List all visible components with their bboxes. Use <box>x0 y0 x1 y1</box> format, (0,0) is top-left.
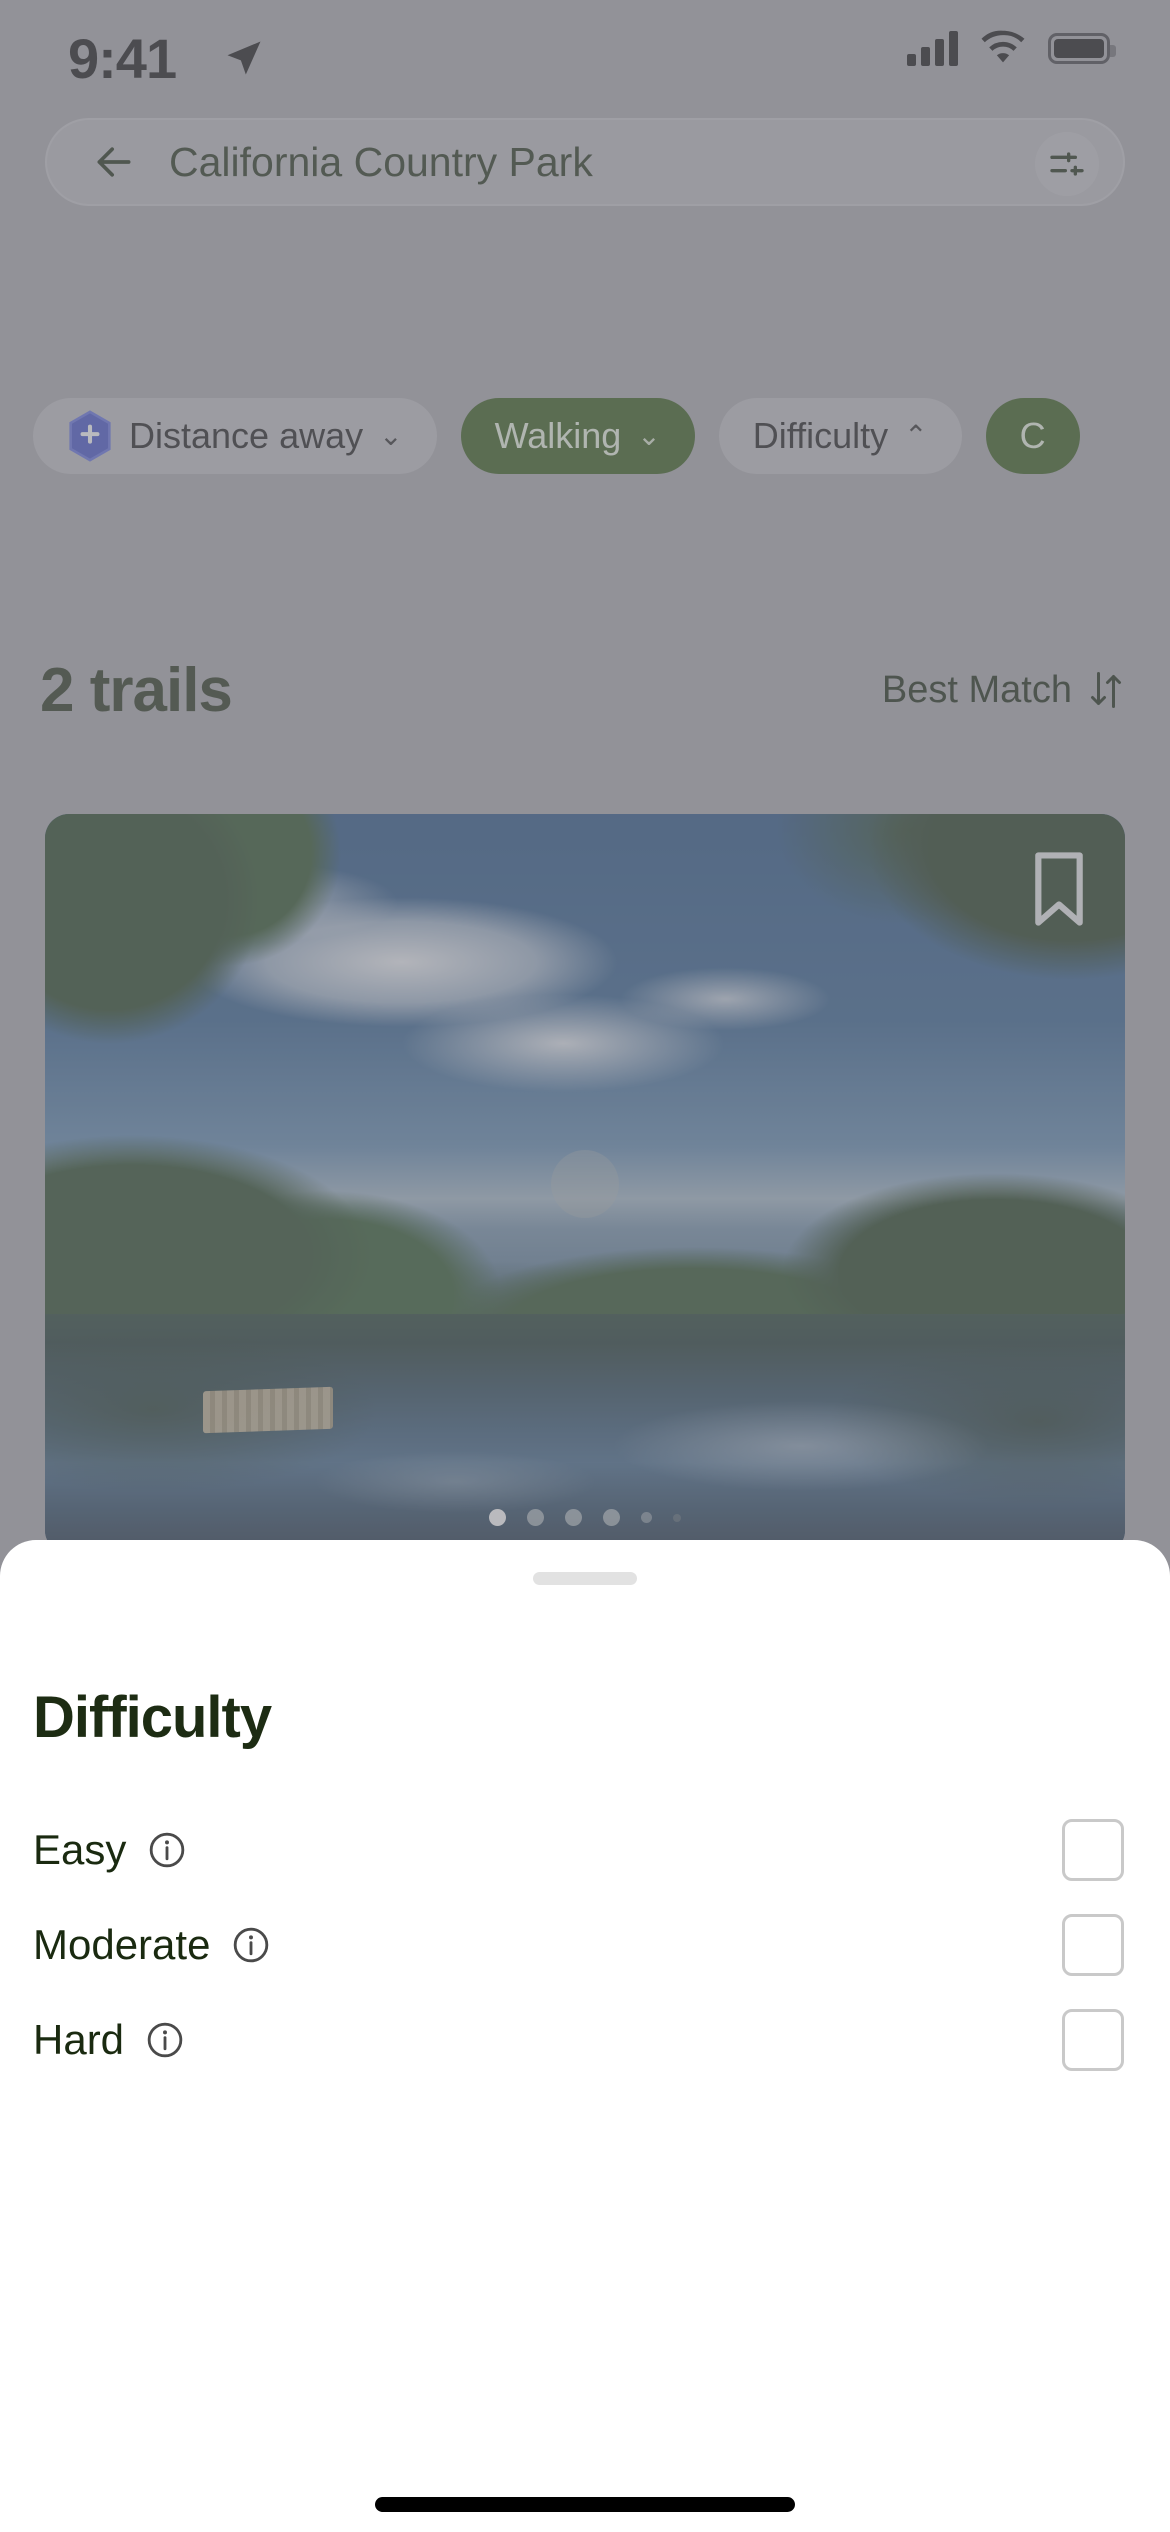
battery-full-icon <box>1048 32 1116 64</box>
photo-dot[interactable] <box>489 1509 506 1526</box>
filter-chip-label: Difficulty <box>752 415 889 456</box>
chevron-down-icon: ⌄ <box>379 420 403 451</box>
status-bar-indicators <box>907 30 1116 66</box>
photo-pagination-dots[interactable] <box>489 1509 681 1526</box>
info-circle-icon[interactable] <box>232 1926 270 1964</box>
photo-dot[interactable] <box>641 1512 652 1523</box>
checkbox-moderate[interactable] <box>1062 1914 1124 1976</box>
carousel-next-icon[interactable] <box>551 1150 619 1218</box>
filter-chip-label: Walking <box>494 415 622 456</box>
status-bar-time: 9:41 <box>68 27 177 90</box>
filter-settings-button[interactable] <box>1035 132 1099 196</box>
filter-chip-label: C <box>1019 415 1046 456</box>
cellular-bars-icon <box>907 30 958 66</box>
plus-hex-badge-icon <box>69 410 111 462</box>
filter-chip-distance-away[interactable]: Distance away ⌄ <box>33 398 437 474</box>
search-bar[interactable]: California Country Park <box>45 118 1125 206</box>
option-label: Moderate <box>33 1921 211 1968</box>
option-label: Easy <box>33 1826 127 1873</box>
arrow-left-icon[interactable] <box>92 140 136 184</box>
checkbox-easy[interactable] <box>1062 1819 1124 1881</box>
option-label-group: Easy <box>33 1826 186 1874</box>
option-row-easy[interactable]: Easy <box>0 1802 1170 1898</box>
info-circle-icon[interactable] <box>146 2021 184 2059</box>
option-label: Hard <box>33 2016 125 2063</box>
sort-control[interactable]: Best Match <box>882 669 1124 712</box>
photo-dot[interactable] <box>527 1509 544 1526</box>
chevron-up-icon: ⌃ <box>904 420 928 451</box>
filter-chip-difficulty[interactable]: Difficulty ⌃ <box>718 398 962 474</box>
phone-screen: 9:41 California Country Park Distance aw… <box>0 0 1170 2532</box>
sheet-drag-handle[interactable] <box>533 1572 637 1585</box>
results-count: 2 trails <box>40 655 233 725</box>
chevron-down-icon: ⌄ <box>637 420 661 451</box>
filter-chip-row[interactable]: Distance away ⌄ Walking ⌄ Difficulty ⌃ C <box>0 391 1170 481</box>
search-input[interactable]: California Country Park <box>169 139 593 186</box>
photo-dot[interactable] <box>603 1509 620 1526</box>
filter-chip-label: Distance away <box>129 415 364 456</box>
trail-card[interactable] <box>45 814 1125 1554</box>
results-header: 2 trails Best Match <box>0 650 1170 730</box>
photo-dot[interactable] <box>673 1513 681 1522</box>
sheet-title: Difficulty <box>33 1685 272 1750</box>
checkbox-hard[interactable] <box>1062 2009 1124 2071</box>
sort-arrows-icon <box>1091 672 1121 708</box>
home-indicator <box>375 2497 795 2512</box>
photo-dot[interactable] <box>565 1509 582 1526</box>
sort-label: Best Match <box>881 668 1072 711</box>
option-label-group: Moderate <box>33 1921 270 1969</box>
filter-chip-overflow[interactable]: C <box>985 398 1080 474</box>
filter-chip-walking[interactable]: Walking ⌄ <box>460 398 695 474</box>
wifi-icon <box>981 30 1025 63</box>
sliders-icon <box>1050 152 1084 176</box>
difficulty-filter-sheet: Difficulty Easy Moderate Hard <box>0 1540 1170 2532</box>
bookmark-outline-icon[interactable] <box>1028 850 1090 928</box>
info-circle-icon[interactable] <box>148 1831 186 1869</box>
location-arrow-icon <box>227 41 261 75</box>
option-label-group: Hard <box>33 2016 184 2064</box>
status-bar: 9:41 <box>0 0 1170 120</box>
option-row-hard[interactable]: Hard <box>0 1992 1170 2088</box>
trail-photo-dock <box>203 1386 333 1434</box>
option-row-moderate[interactable]: Moderate <box>0 1897 1170 1993</box>
